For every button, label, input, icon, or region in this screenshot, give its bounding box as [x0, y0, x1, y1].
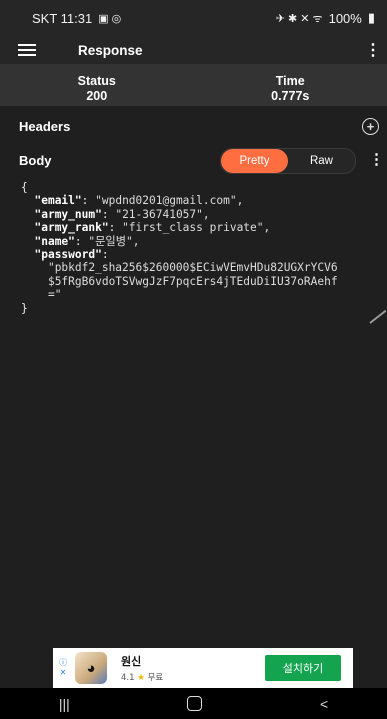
- json-value: "first_class private",: [122, 221, 271, 235]
- notification-icons: ▣ ◎: [98, 12, 122, 25]
- json-value: "wpdnd0201@gmail.com",: [95, 194, 244, 208]
- page-title: Response: [78, 42, 143, 58]
- headers-label: Headers: [19, 118, 71, 134]
- body-label: Body: [19, 152, 52, 168]
- time-summary: Time 0.777s: [194, 64, 387, 106]
- time-label: Time: [275, 74, 305, 88]
- battery-icon: ▮: [367, 10, 375, 25]
- json-password-line-3: =": [47, 288, 62, 302]
- app-thumbnail[interactable]: ◕: [75, 652, 107, 684]
- add-circle-icon[interactable]: +: [362, 117, 379, 135]
- json-close-brace: }: [21, 301, 28, 315]
- system-nav-bar: ||| <: [0, 688, 387, 719]
- body-more-icon[interactable]: ⋮: [369, 150, 384, 168]
- view-toggle[interactable]: Pretty Raw: [220, 148, 356, 174]
- response-summary: Status 200 Time 0.777s: [0, 64, 387, 106]
- ad-banner[interactable]: ⓘ ✕ ◕ 원신 4.1 ★ 무료 설치하기: [53, 648, 353, 688]
- ad-price: 무료: [147, 673, 164, 683]
- json-key: "name": [34, 234, 75, 248]
- pretty-tab[interactable]: Pretty: [221, 149, 288, 173]
- app-bar: Response ⋮: [0, 36, 387, 64]
- system-status-icons: ✈ ✱ ✕ ᯤ: [275, 12, 323, 25]
- back-icon[interactable]: <: [320, 696, 328, 712]
- hamburger-menu-icon[interactable]: [18, 44, 36, 56]
- battery-level: 100%: [328, 10, 362, 26]
- more-vert-icon[interactable]: ⋮: [365, 40, 381, 60]
- response-body-json: { "email": "wpdnd0201@gmail.com", "army_…: [21, 181, 387, 315]
- ad-choices-icon[interactable]: ⓘ ✕: [57, 658, 69, 678]
- json-line-password: "password":: [34, 248, 109, 262]
- json-line-army-num: "army_num": "21-36741057",: [34, 207, 210, 221]
- time-value: 0.777s: [271, 89, 310, 103]
- json-key: "army_num": [34, 207, 102, 221]
- ad-text[interactable]: 원신 4.1 ★ 무료: [121, 653, 265, 683]
- json-password-line-2: $5fRgB6vdoTSVwgJzF7pqcErs4jTEduDiIU37oRA…: [47, 274, 338, 288]
- json-value: "문일병",: [88, 234, 140, 248]
- install-button[interactable]: 설치하기: [265, 655, 341, 681]
- ad-meta: 4.1 ★ 무료: [121, 671, 265, 683]
- home-icon[interactable]: [187, 696, 203, 711]
- status-label: Status: [77, 74, 116, 88]
- json-value: "21-36741057",: [115, 207, 210, 221]
- json-key: "password": [34, 248, 102, 262]
- ad-rating: 4.1: [121, 673, 135, 683]
- headers-section[interactable]: Headers +: [0, 111, 387, 141]
- status-summary: Status 200: [0, 64, 194, 106]
- json-open-brace: {: [21, 181, 28, 194]
- ad-app-name: 원신: [121, 655, 142, 668]
- json-line-name: "name": "문일병",: [34, 234, 140, 248]
- carrier-time: SKT 11:31: [32, 10, 93, 26]
- star-icon: ★: [137, 673, 145, 683]
- json-line-army-rank: "army_rank": "first_class private",: [34, 221, 271, 235]
- json-password-line-1: "pbkdf2_sha256$260000$ECiwVEmvHDu82UGXrY…: [47, 261, 338, 275]
- json-key: "email": [34, 194, 82, 208]
- json-key: "army_rank": [34, 221, 109, 235]
- raw-tab[interactable]: Raw: [288, 149, 355, 173]
- recents-icon[interactable]: |||: [59, 696, 70, 712]
- status-bar: SKT 11:31 ▣ ◎ ✈ ✱ ✕ ᯤ 100% ▮: [0, 0, 387, 36]
- json-line-email: "email": "wpdnd0201@gmail.com",: [34, 194, 244, 208]
- status-value: 200: [86, 89, 108, 103]
